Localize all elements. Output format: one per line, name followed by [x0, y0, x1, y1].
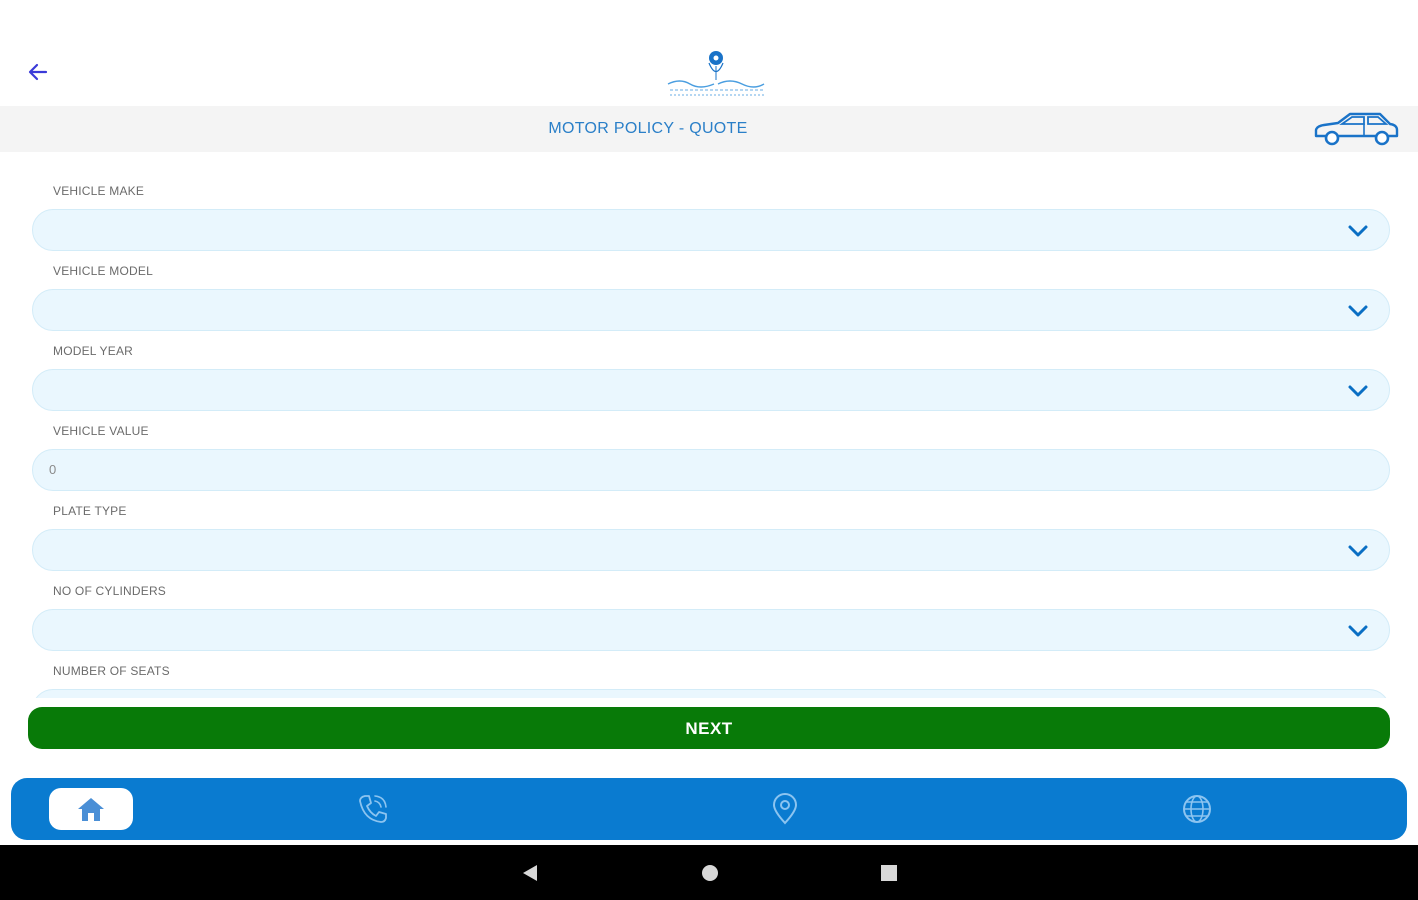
vehicle-make-select[interactable]	[32, 209, 1390, 251]
next-button[interactable]: NEXT	[28, 707, 1390, 749]
motor-quote-screen: MOTOR POLICY - QUOTE VEHICLE MAKE VEHICL…	[0, 0, 1418, 900]
car-icon	[1314, 112, 1399, 146]
system-home-button[interactable]	[698, 861, 722, 885]
vehicle-make-label: VEHICLE MAKE	[53, 184, 145, 198]
cylinders-label: NO OF CYLINDERS	[53, 584, 167, 598]
globe-icon	[1183, 795, 1211, 823]
vehicle-value-label: VEHICLE VALUE	[53, 424, 149, 438]
chevron-down-icon	[1348, 305, 1368, 317]
system-navigation-bar	[0, 845, 1418, 900]
plate-type-select[interactable]	[32, 529, 1390, 571]
back-button[interactable]	[22, 56, 54, 88]
chevron-down-icon	[1348, 545, 1368, 557]
bottom-navigation	[11, 778, 1407, 840]
model-year-label: MODEL YEAR	[53, 344, 134, 358]
model-year-select[interactable]	[32, 369, 1390, 411]
vehicle-value-text: 0	[49, 462, 57, 477]
chevron-down-icon	[1348, 385, 1368, 397]
cylinders-select[interactable]	[32, 609, 1390, 651]
vehicle-value-input[interactable]: 0	[32, 449, 1390, 491]
vehicle-model-select[interactable]	[32, 289, 1390, 331]
phone-icon	[359, 795, 387, 823]
seats-select[interactable]	[32, 689, 1390, 698]
back-arrow-icon	[28, 63, 48, 81]
seats-label: NUMBER OF SEATS	[53, 664, 170, 678]
vehicle-model-label: VEHICLE MODEL	[53, 264, 153, 278]
chevron-down-icon	[1348, 225, 1368, 237]
plate-type-label: PLATE TYPE	[53, 504, 127, 518]
triangle-back-icon	[523, 865, 537, 881]
system-back-button[interactable]	[518, 861, 542, 885]
circle-home-icon	[702, 865, 718, 881]
vehicle-form: VEHICLE MAKE VEHICLE MODEL MODEL YEAR VE…	[0, 152, 1418, 698]
system-recents-button[interactable]	[877, 861, 901, 885]
nav-call[interactable]	[331, 788, 415, 830]
home-icon	[78, 798, 104, 821]
title-bar: MOTOR POLICY - QUOTE	[0, 106, 1418, 152]
nav-location[interactable]	[743, 788, 827, 830]
square-recents-icon	[881, 865, 897, 881]
location-pin-icon	[772, 793, 798, 825]
nav-website[interactable]	[1155, 788, 1239, 830]
company-logo	[667, 51, 765, 96]
page-title: MOTOR POLICY - QUOTE	[548, 120, 748, 137]
chevron-down-icon	[1348, 625, 1368, 637]
nav-home[interactable]	[49, 788, 133, 830]
